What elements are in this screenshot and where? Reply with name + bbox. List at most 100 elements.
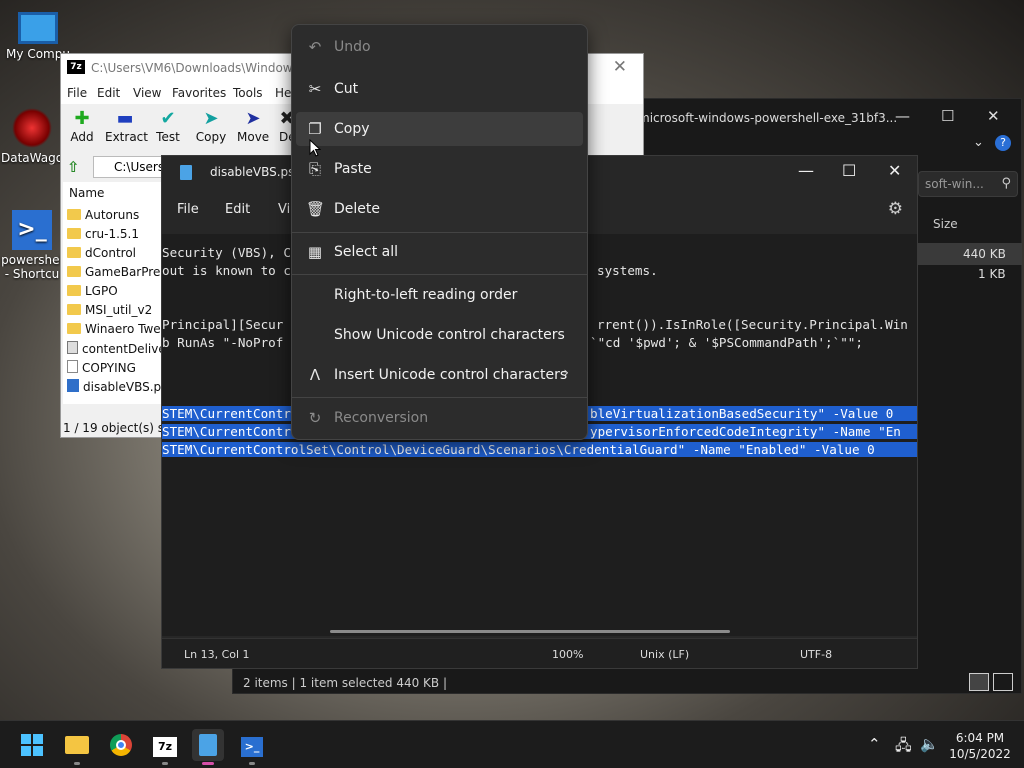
menu-tools[interactable]: Tools xyxy=(233,86,263,100)
menu-item-rtl-reading-order[interactable]: Right-to-left reading order xyxy=(296,278,583,312)
folder-icon xyxy=(67,323,81,334)
list-item[interactable]: MSI_util_v2 xyxy=(67,303,152,317)
list-item[interactable]: LGPO xyxy=(67,284,118,298)
menu-file[interactable]: File xyxy=(177,202,199,217)
list-item[interactable]: COPYING xyxy=(67,360,136,375)
move-button[interactable]: ➤ Move xyxy=(237,108,269,144)
list-item[interactable]: cru-1.5.1 xyxy=(67,227,139,241)
menu-file[interactable]: File xyxy=(67,86,87,100)
taskbar-7zip[interactable]: 7z xyxy=(149,729,181,765)
test-button[interactable]: ✔ Test xyxy=(155,108,181,144)
window-title: disableVBS.ps1 xyxy=(210,165,303,179)
minimize-button[interactable]: — xyxy=(895,107,910,125)
taskbar: 7z >_ ⌃ 🖧 🔈 6:04 PM 10/5/2022 xyxy=(0,720,1024,768)
copy-button[interactable]: ➤ Copy xyxy=(195,108,227,144)
selected-code-line: bleVirtualizationBasedSecurity" -Value 0 xyxy=(590,406,894,421)
up-folder-icon[interactable]: ⇧ xyxy=(67,158,80,176)
close-button[interactable]: ✕ xyxy=(888,161,901,180)
cursor-position: Ln 13, Col 1 xyxy=(184,648,250,661)
list-item[interactable]: contentDeliver xyxy=(67,341,171,356)
close-icon[interactable]: ✕ xyxy=(613,57,627,77)
close-button[interactable]: ✕ xyxy=(987,107,1000,125)
menu-item-delete[interactable]: 🗑 Delete xyxy=(296,192,583,226)
encoding: UTF-8 xyxy=(800,648,833,661)
menu-item-show-unicode-control[interactable]: Show Unicode control characters xyxy=(296,318,583,352)
maximize-button[interactable]: ☐ xyxy=(941,107,954,125)
check-icon: ✔ xyxy=(160,108,176,129)
menu-item-cut[interactable]: ✂ Cut xyxy=(296,72,583,106)
status-bar-text: 1 / 19 object(s) sele xyxy=(63,421,163,435)
folder-icon xyxy=(67,209,81,220)
folder-icon xyxy=(67,247,81,258)
copy-label: Copy xyxy=(195,130,227,144)
window-title: microsoft-windows-powershell-exe_31bf3..… xyxy=(638,111,898,125)
list-item[interactable]: dControl xyxy=(67,246,136,260)
menu-view[interactable]: View xyxy=(133,86,161,100)
menu-item-insert-unicode-control[interactable]: Λ Insert Unicode control characters › xyxy=(296,358,583,392)
window-title: C:\Users\VM6\Downloads\Windows10 xyxy=(91,61,315,75)
file-list[interactable]: Name Autoruns cru-1.5.1 dControl GameBar… xyxy=(63,182,175,404)
horizontal-scrollbar[interactable] xyxy=(330,630,730,633)
monitor-icon xyxy=(18,12,58,44)
code-line: Principal][Secur xyxy=(162,317,284,332)
menu-view[interactable]: Vi xyxy=(278,202,290,217)
search-input[interactable]: soft-win... ⚲ xyxy=(918,171,1018,197)
extract-label: Extract xyxy=(105,130,148,144)
cut-icon: ✂ xyxy=(308,80,322,98)
list-item[interactable]: disableVBS.ps1 xyxy=(67,379,175,394)
mouse-cursor-icon xyxy=(309,139,321,157)
maximize-button[interactable]: ☐ xyxy=(842,161,856,180)
list-item[interactable]: GameBarPrese xyxy=(67,265,174,279)
column-header-name[interactable]: Name xyxy=(69,186,104,200)
context-menu[interactable]: ↶ Undo ✂ Cut ❐ Copy ⎘ Paste 🗑 Delete ▦ S… xyxy=(291,24,588,440)
chevron-right-icon: › xyxy=(563,365,569,381)
undo-icon: ↶ xyxy=(308,38,322,56)
volume-icon[interactable]: 🔈 xyxy=(920,735,939,753)
column-header-size[interactable]: Size xyxy=(933,217,958,231)
taskbar-file-explorer[interactable] xyxy=(61,729,93,765)
menu-item-select-all[interactable]: ▦ Select all xyxy=(296,235,583,269)
chevron-down-icon[interactable]: ⌄ xyxy=(973,135,984,150)
code-line: `"cd '$pwd'; & '$PSCommandPath';`""; xyxy=(590,335,863,350)
list-item[interactable]: Winaero Tweak xyxy=(67,322,175,336)
file-size: 440 KB xyxy=(963,247,1006,261)
clock[interactable]: 6:04 PM 10/5/2022 xyxy=(944,730,1016,762)
menu-item-copy[interactable]: ❐ Copy xyxy=(296,112,583,146)
details-view-button[interactable] xyxy=(969,673,989,691)
menu-item-undo[interactable]: ↶ Undo xyxy=(296,30,583,64)
config-file-icon xyxy=(67,341,78,354)
start-button[interactable] xyxy=(16,729,48,761)
list-item[interactable]: Autoruns xyxy=(67,208,139,222)
taskbar-notepad[interactable] xyxy=(192,729,224,765)
zoom-level: 100% xyxy=(552,648,584,661)
add-label: Add xyxy=(70,130,94,144)
chevron-up-icon[interactable]: ⌃ xyxy=(868,735,881,753)
add-button[interactable]: ✚ Add xyxy=(69,108,95,144)
code-line: out is known to c xyxy=(162,263,291,278)
folder-icon xyxy=(67,285,81,296)
settings-gear-icon[interactable]: ⚙ xyxy=(888,199,903,219)
tiles-view-button[interactable] xyxy=(993,673,1013,691)
menu-help[interactable]: He xyxy=(275,86,291,100)
notepad-icon xyxy=(199,734,217,756)
powershell-icon: >_ xyxy=(12,210,52,250)
folder-icon xyxy=(67,266,81,277)
help-icon[interactable]: ? xyxy=(995,135,1011,151)
move-arrow-icon: ➤ xyxy=(245,108,261,129)
network-icon[interactable]: 🖧 xyxy=(895,735,912,760)
status-bar: Ln 13, Col 1 100% Unix (LF) UTF-8 xyxy=(162,638,917,668)
file-icon xyxy=(67,360,78,373)
menu-favorites[interactable]: Favorites xyxy=(172,86,226,100)
taskbar-powershell[interactable]: >_ xyxy=(236,729,268,765)
menu-edit[interactable]: Edit xyxy=(97,86,120,100)
plus-icon: ✚ xyxy=(74,108,90,129)
move-label: Move xyxy=(237,130,270,144)
minimize-button[interactable]: — xyxy=(798,161,814,180)
menu-edit[interactable]: Edit xyxy=(225,202,250,217)
menu-item-paste[interactable]: ⎘ Paste xyxy=(296,152,583,186)
menu-item-reconversion[interactable]: ↻ Reconversion xyxy=(296,401,583,435)
minus-icon: ▬ xyxy=(116,108,134,129)
powershell-icon: >_ xyxy=(241,737,263,757)
taskbar-chrome[interactable] xyxy=(105,729,137,761)
extract-button[interactable]: ▬ Extract xyxy=(105,108,148,144)
